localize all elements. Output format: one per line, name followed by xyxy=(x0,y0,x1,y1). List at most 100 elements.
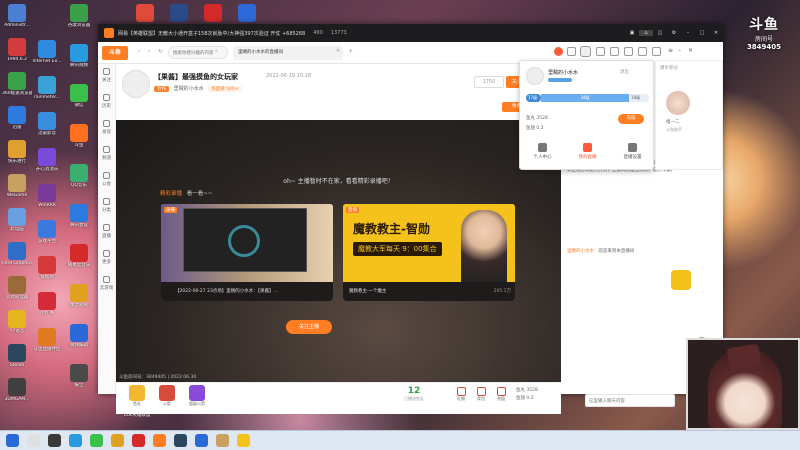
desktop-icon[interactable]: 斗鱼 xyxy=(64,124,94,162)
taskbar-wechat-icon[interactable] xyxy=(90,434,103,447)
desktop-icon[interactable]: 1994.6.2 xyxy=(2,38,32,76)
desktop-icon[interactable]: 此电脑 xyxy=(2,208,32,246)
nav-item[interactable]: 云游戏 xyxy=(98,272,115,298)
desktop-icon[interactable]: 腾讯视频 xyxy=(64,44,94,82)
desktop-icon[interactable]: 微信 xyxy=(64,84,94,122)
desktop-icon[interactable]: Administr... xyxy=(2,4,32,42)
nav-item[interactable]: 历史 xyxy=(98,90,115,116)
notify-icon[interactable] xyxy=(554,47,563,56)
desktop-icon[interactable]: Steam xyxy=(2,344,32,382)
back-icon[interactable]: ‹ xyxy=(138,48,140,55)
more-icon[interactable] xyxy=(638,47,647,56)
nav-item[interactable]: 分类 xyxy=(98,194,115,220)
menu-icon[interactable]: ≡ xyxy=(668,47,673,54)
taskbar-qq-icon[interactable] xyxy=(69,434,82,447)
bottom-action[interactable]: 充值 xyxy=(491,387,511,402)
streamer-name[interactable]: 里贼的小水水 xyxy=(174,86,204,92)
desktop-icon[interactable]: 报告 xyxy=(64,364,94,402)
side-avatar[interactable] xyxy=(666,91,690,115)
message-icon[interactable] xyxy=(596,47,605,56)
taskbar-chrome-icon[interactable] xyxy=(48,434,61,447)
pin-icon[interactable]: ▣ xyxy=(625,30,639,36)
desktop-icon[interactable]: 迅雷 xyxy=(2,106,32,144)
gift-item[interactable]: 火箭 xyxy=(154,385,180,413)
win-close-icon[interactable]: ✕ xyxy=(688,47,693,54)
desktop-icon[interactable]: 小红书 xyxy=(32,292,62,330)
gift-item[interactable]: 鱼丸 xyxy=(124,385,150,413)
desktop-icon[interactable]: 游戏平台 xyxy=(32,220,62,258)
hot-tag[interactable]: 热度榜 500+ xyxy=(208,86,242,92)
download-icon[interactable] xyxy=(610,47,619,56)
close-icon[interactable]: ✕ xyxy=(709,30,723,36)
logout-link[interactable]: 退出 xyxy=(620,69,629,75)
refresh-icon[interactable]: ↻ xyxy=(158,48,163,55)
desktop-icon[interactable]: Internet Ex... xyxy=(32,40,62,78)
taskbar-file-icon[interactable] xyxy=(27,434,40,447)
dropdown-item[interactable]: 直播设置 xyxy=(615,143,651,160)
taskbar-music-icon[interactable] xyxy=(132,434,145,447)
game-icon[interactable] xyxy=(624,47,633,56)
user-menu-icon[interactable] xyxy=(580,46,591,57)
desktop-icon[interactable]: 资源管理器 xyxy=(2,276,32,314)
desktop-icon[interactable]: 视频编辑 xyxy=(64,324,94,362)
douyu-logo[interactable]: 斗鱼 xyxy=(102,46,128,60)
taskbar-yy-icon[interactable] xyxy=(237,434,250,447)
follow-streamer-button[interactable]: 关注主播 xyxy=(286,320,332,334)
welcome-user[interactable]: 里贼的小水水 xyxy=(567,249,594,254)
desktop-icon[interactable]: 谷歌浏览器 xyxy=(64,4,94,42)
desktop-icon[interactable]: 360极速浏览器 xyxy=(2,72,32,110)
desktop-icon[interactable]: 3DMGAM... xyxy=(2,378,32,416)
streamer-avatar[interactable] xyxy=(122,70,150,98)
dropdown-item[interactable]: 我的直播 xyxy=(570,143,606,160)
user-avatar[interactable] xyxy=(526,67,544,85)
screenshot-icon[interactable]: ◫ xyxy=(653,30,667,36)
desktop-icon[interactable]: 腾讯会议 xyxy=(64,204,94,242)
desktop-icon[interactable]: YY语音 xyxy=(2,310,32,348)
desktop-icon[interactable]: WinRAR xyxy=(32,184,62,222)
nav-item[interactable]: 公会 xyxy=(98,168,115,194)
desktop-icon[interactable]: 精灵贴贴 xyxy=(64,284,94,322)
dropdown-item[interactable]: 个人中心 xyxy=(525,143,561,160)
taskbar-douyu-icon[interactable] xyxy=(153,434,166,447)
desktop-icon[interactable]: rainmeter... xyxy=(32,76,62,114)
tab-room[interactable]: 里贼的小水水的直播间 xyxy=(233,46,343,60)
chat-input[interactable] xyxy=(585,394,675,407)
nav-item[interactable]: 频道 xyxy=(98,142,115,168)
desktop-icon[interactable]: QQ音乐 xyxy=(64,164,94,202)
gift-item[interactable]: 超级火箭 xyxy=(184,385,210,413)
minimize-icon[interactable]: – xyxy=(681,30,695,36)
gift-popup-icon[interactable] xyxy=(671,270,691,290)
forward-icon[interactable]: › xyxy=(148,48,150,55)
bottom-action[interactable]: 背包 xyxy=(471,387,491,402)
nav-item[interactable]: 关注 xyxy=(98,64,115,90)
taskbar-folder-icon[interactable] xyxy=(111,434,124,447)
desktop-icon[interactable]: 迅雷影音 xyxy=(32,112,62,150)
history-icon[interactable] xyxy=(567,47,576,56)
replay-card[interactable]: 录播 【2022-06-27 23点场】里贼的小水水：【果酱】... xyxy=(161,204,333,301)
bottom-action[interactable]: 礼物 xyxy=(451,387,471,402)
tab-close-icon[interactable]: ✕ xyxy=(336,48,340,54)
home-icon[interactable]: ⌂ xyxy=(639,30,653,36)
taskbar-lol-icon[interactable] xyxy=(216,434,229,447)
search-icon[interactable]: ⌕ xyxy=(215,48,218,54)
desktop-icon[interactable]: 斗鱼直播伴侣 xyxy=(32,328,62,366)
nav-item[interactable]: 直播 xyxy=(98,220,115,246)
nav-item[interactable]: 发现 xyxy=(98,116,115,142)
follow-streamer-label[interactable]: 关注主播 xyxy=(286,320,332,334)
recharge-button[interactable]: 充值 xyxy=(618,114,644,124)
desktop-icon[interactable]: 开心消消乐 xyxy=(32,148,62,186)
settings-icon[interactable]: ⚙ xyxy=(667,30,681,36)
desktop-icon[interactable]: 网易云音乐 xyxy=(64,244,94,282)
desktop-icon[interactable]: 快帮死 xyxy=(32,256,62,294)
desktop-icon[interactable]: 快乐进行 xyxy=(2,140,32,178)
search-input[interactable] xyxy=(168,46,228,59)
desktop-icon[interactable]: Intel Graphics xyxy=(2,242,32,280)
maximize-icon[interactable]: □ xyxy=(695,30,709,36)
live-card[interactable]: 直播 魔教教主-智勋 魔教大军每天 9：00集合 魔教教主·一个魔主 205.1… xyxy=(343,204,515,301)
start-icon[interactable] xyxy=(6,434,19,447)
new-tab-icon[interactable]: + xyxy=(348,48,353,55)
win-minimize-icon[interactable]: – xyxy=(678,47,681,54)
nav-item[interactable]: 更多 xyxy=(98,246,115,272)
taskbar-video-icon[interactable] xyxy=(195,434,208,447)
desktop-icon[interactable]: WeGame xyxy=(2,174,32,212)
